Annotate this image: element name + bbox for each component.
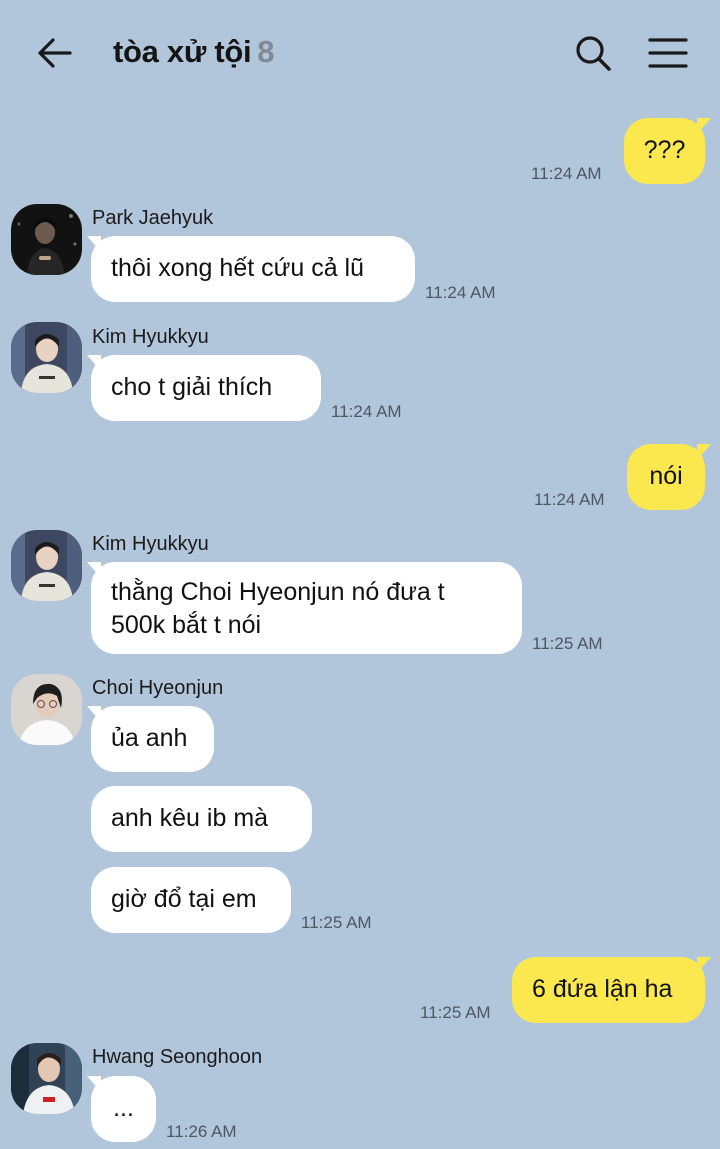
chat-header: tòa xử tội 8 [0,0,720,105]
message-line: 500k bắt t nói [111,611,262,639]
incoming-message-bubble[interactable]: ... [91,1076,156,1142]
incoming-message-bubble[interactable]: giờ đổ tại em [91,867,291,933]
message-time: 11:24 AM [531,164,602,183]
message-time: 11:24 AM [331,402,402,421]
sender-name: Kim Hyukkyu [92,533,209,555]
sender-name: Choi Hyeonjun [92,677,224,699]
chat-title: tòa xử tội 8 [113,30,275,74]
incoming-message-bubble[interactable]: ủa anh [91,706,214,772]
chat-name: tòa xử tội [113,34,252,69]
search-button[interactable] [572,32,614,74]
search-icon [576,36,611,71]
bubble-tail [697,957,711,973]
incoming-message-bubble[interactable]: thôi xong hết cứu cả lũ [91,236,415,302]
message-time: 11:25 AM [420,1003,491,1022]
avatar-hwang-seonghoon[interactable] [11,1043,82,1114]
message-line: thằng Choi Hyeonjun nó đưa t [111,578,445,606]
incoming-message-bubble[interactable]: anh kêu ib mà [91,786,312,852]
outgoing-message-bubble[interactable]: ??? [624,118,705,184]
arrow-left-icon [38,38,72,68]
sender-name: Kim Hyukkyu [92,326,209,348]
message-time: 11:26 AM [166,1122,237,1141]
avatar-kim-hyukkyu[interactable] [11,530,82,601]
message-time: 11:24 AM [534,490,605,509]
sender-name: Park Jaehyuk [92,207,214,229]
avatar-choi-hyeonjun[interactable] [11,674,82,745]
back-button[interactable] [34,32,76,74]
sender-name: Hwang Seonghoon [92,1046,263,1068]
outgoing-message-bubble[interactable]: nói [627,444,705,510]
bubble-tail [697,444,711,460]
message-time: 11:25 AM [532,634,603,653]
message-time: 11:24 AM [425,283,496,302]
message-time: 11:25 AM [301,913,372,932]
outgoing-message-bubble[interactable]: 6 đứa lận ha [512,957,705,1023]
member-count: 8 [257,34,275,69]
incoming-message-bubble[interactable]: thằng Choi Hyeonjun nó đưa t 500k bắt t … [91,562,522,654]
avatar-kim-hyukkyu[interactable] [11,322,82,393]
bubble-tail [697,118,711,134]
hamburger-menu-icon [648,38,688,68]
menu-button[interactable] [645,32,691,74]
incoming-message-bubble[interactable]: cho t giải thích [91,355,321,421]
avatar-park-jaehyuk[interactable] [11,204,82,275]
